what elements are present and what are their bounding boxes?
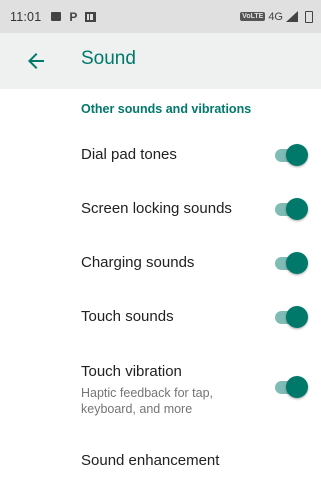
app-bar: Sound (0, 33, 321, 89)
section-header: Other sounds and vibrations (81, 102, 252, 116)
setting-label: Charging sounds (81, 254, 195, 271)
setting-row-touch-vibration[interactable]: Touch vibration Haptic feedback for tap,… (0, 352, 321, 422)
frame-icon (85, 11, 97, 22)
touch-vibration-toggle[interactable] (275, 376, 308, 398)
setting-row-sound-enhancement[interactable]: Sound enhancement (0, 440, 321, 480)
touch-sounds-toggle[interactable] (275, 306, 308, 328)
toggle-thumb (286, 306, 308, 328)
status-bar: 11:01 P VoLTE 4G (0, 0, 321, 33)
volte-icon: VoLTE (240, 12, 266, 21)
notification-icons: P (51, 9, 97, 24)
page-title: Sound (81, 48, 136, 69)
toggle-thumb (286, 144, 308, 166)
pinterest-icon: P (69, 9, 78, 24)
setting-label: Touch vibration (81, 363, 182, 380)
dial-pad-tones-toggle[interactable] (275, 144, 308, 166)
status-time: 11:01 (10, 9, 42, 24)
signal-icon (286, 11, 298, 22)
charging-sounds-toggle[interactable] (275, 252, 308, 274)
toggle-thumb (286, 252, 308, 274)
toggle-thumb (286, 198, 308, 220)
setting-row-touch-sounds[interactable]: Touch sounds (0, 294, 321, 342)
setting-summary: Haptic feedback for tap, keyboard, and m… (81, 386, 214, 416)
setting-label: Sound enhancement (81, 452, 220, 469)
setting-label: Screen locking sounds (81, 200, 232, 217)
system-icons: VoLTE 4G (240, 10, 313, 23)
toggle-thumb (286, 376, 308, 398)
setting-row-charging-sounds[interactable]: Charging sounds (0, 240, 321, 288)
setting-label: Touch sounds (81, 308, 174, 325)
setting-row-dial-pad-tones[interactable]: Dial pad tones (0, 132, 321, 180)
screen-locking-sounds-toggle[interactable] (275, 198, 308, 220)
arrow-back-icon[interactable] (24, 49, 48, 73)
image-notification-icon (51, 12, 62, 21)
network-type-label: 4G (268, 10, 283, 23)
setting-label: Dial pad tones (81, 146, 177, 163)
setting-row-screen-locking-sounds[interactable]: Screen locking sounds (0, 186, 321, 234)
battery-icon (305, 10, 313, 23)
